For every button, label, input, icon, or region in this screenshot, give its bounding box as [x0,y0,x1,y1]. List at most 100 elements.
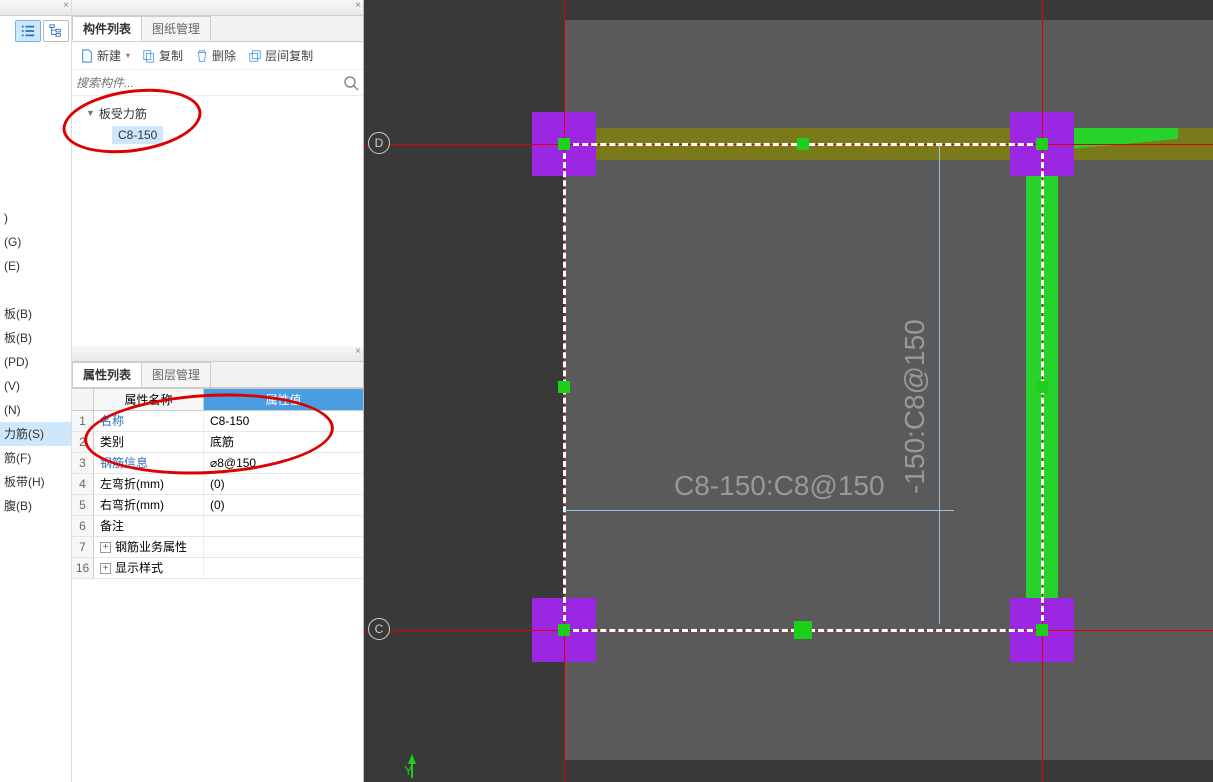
row-num: 3 [72,453,94,473]
component-tree: ▼ 板受力筋 C8-150 [72,96,363,346]
delete-label: 删除 [212,47,236,64]
prop-value[interactable]: ⌀8@150 [204,453,363,473]
header-value: 属性值 [204,389,363,410]
property-panel: × 属性列表 图层管理 属性名称 属性值 1 名称 C8-150 2 类别 底筋 [72,346,363,782]
nav-item[interactable]: 板(B) [0,326,71,350]
left-nav-header: × [0,0,71,16]
tree-root-label: 板受力筋 [99,105,147,122]
nav-item[interactable] [0,278,71,302]
selection-handle[interactable] [797,138,809,150]
component-search-row [72,70,363,96]
prop-value[interactable]: 底筋 [204,432,363,452]
selection-handle[interactable] [558,138,570,150]
row-num: 4 [72,474,94,494]
selection-handle[interactable] [794,621,812,639]
header-name: 属性名称 [94,389,204,410]
nav-item[interactable]: 筋(F) [0,446,71,470]
tree-view-toggle[interactable] [43,20,69,42]
search-icon[interactable] [343,75,359,91]
copy-button[interactable]: 复制 [138,45,187,66]
tab-layer-manage[interactable]: 图层管理 [141,362,211,387]
rebar-label-h: C8-150:C8@150 [674,470,885,502]
new-file-icon [80,49,94,63]
property-row[interactable]: 16 +显示样式 [72,558,363,579]
component-panel-header: × [72,0,363,16]
property-row[interactable]: 2 类别 底筋 [72,432,363,453]
prop-name: 右弯折(mm) [94,495,204,515]
nav-item[interactable]: 板(B) [0,302,71,326]
nav-item[interactable]: (N) [0,398,71,422]
close-icon[interactable]: × [355,346,361,357]
nav-item[interactable]: 腹(B) [0,494,71,518]
prop-name: 类别 [94,432,204,452]
nav-item[interactable]: (PD) [0,350,71,374]
copy-label: 复制 [159,47,183,64]
prop-value[interactable]: (0) [204,474,363,494]
nav-item-selected[interactable]: 力筋(S) [0,422,71,446]
tab-property-list[interactable]: 属性列表 [72,362,142,387]
prop-name: 左弯折(mm) [94,474,204,494]
chevron-down-icon: ▼ [86,108,95,118]
copy-icon [142,49,156,63]
new-button[interactable]: 新建 [76,45,134,66]
mid-column: × 构件列表 图纸管理 新建 复制 删除 层间复制 ▼ 板受力筋 [72,0,364,782]
layer-copy-label: 层间复制 [265,47,313,64]
delete-button[interactable]: 删除 [191,45,240,66]
nav-item[interactable]: 板带(H) [0,470,71,494]
tree-icon [49,24,63,38]
row-num: 5 [72,495,94,515]
grid-label-c: C [368,618,390,640]
prop-name: +钢筋业务属性 [94,537,204,557]
view-toggle-group [0,16,71,46]
property-tabs: 属性列表 图层管理 [72,362,363,388]
tree-child-label: C8-150 [112,126,163,144]
tab-drawing-manage[interactable]: 图纸管理 [141,16,211,41]
prop-value[interactable] [204,537,363,557]
prop-value[interactable]: C8-150 [204,411,363,431]
search-input[interactable] [76,76,343,90]
nav-item[interactable]: (G) [0,230,71,254]
y-axis-label: Y [404,763,413,778]
list-icon [21,24,35,38]
rebar-line [564,510,954,511]
list-view-toggle[interactable] [15,20,41,42]
layer-copy-button[interactable]: 层间复制 [244,45,317,66]
new-label: 新建 [97,47,121,64]
property-row[interactable]: 6 备注 [72,516,363,537]
prop-name: 名称 [94,411,204,431]
property-row[interactable]: 7 +钢筋业务属性 [72,537,363,558]
prop-value[interactable] [204,558,363,578]
selection-handle[interactable] [558,624,570,636]
selection-handle[interactable] [1036,138,1048,150]
selection-handle[interactable] [1036,381,1048,393]
prop-name: 备注 [94,516,204,536]
tab-component-list[interactable]: 构件列表 [72,16,142,41]
tree-child[interactable]: C8-150 [112,126,363,144]
prop-value[interactable]: (0) [204,495,363,515]
nav-item[interactable]: (V) [0,374,71,398]
selection-handle[interactable] [1036,624,1048,636]
grid-label-d: D [368,132,390,154]
property-row[interactable]: 5 右弯折(mm) (0) [72,495,363,516]
row-num: 2 [72,432,94,452]
close-icon[interactable]: × [355,0,361,11]
tree-root[interactable]: ▼ 板受力筋 [86,102,363,124]
drawing-canvas[interactable]: D C C8-150:C8@150 -150:C8@150 Y [364,0,1213,782]
nav-item[interactable]: ) [0,206,71,230]
expand-icon[interactable]: + [100,542,111,553]
layer-copy-icon [248,49,262,63]
row-num: 16 [72,558,94,578]
nav-item[interactable]: (E) [0,254,71,278]
component-toolbar: 新建 复制 删除 层间复制 [72,42,363,70]
nav-category-list: ) (G) (E) 板(B) 板(B) (PD) (V) (N) 力筋(S) 筋… [0,46,71,518]
property-row[interactable]: 3 钢筋信息 ⌀8@150 [72,453,363,474]
prop-value[interactable] [204,516,363,536]
row-num: 1 [72,411,94,431]
property-row[interactable]: 4 左弯折(mm) (0) [72,474,363,495]
property-row[interactable]: 1 名称 C8-150 [72,411,363,432]
close-icon[interactable]: × [63,0,69,11]
selection-handle[interactable] [558,381,570,393]
expand-icon[interactable]: + [100,563,111,574]
rebar-line [939,144,940,624]
prop-name: 钢筋信息 [94,453,204,473]
